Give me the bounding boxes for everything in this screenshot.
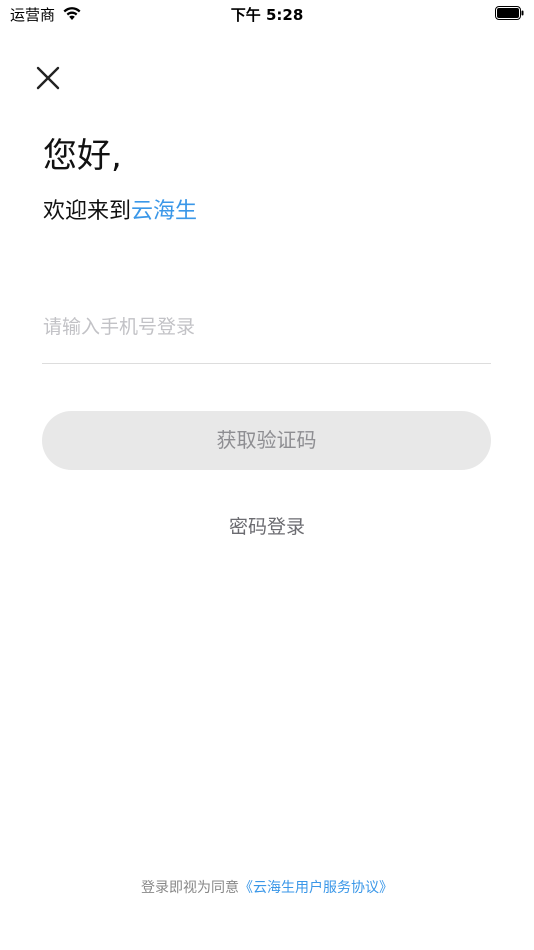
agreement-prefix: 登录即视为同意 — [141, 880, 239, 896]
phone-input-underline — [42, 363, 491, 364]
password-login-link[interactable]: 密码登录 — [0, 512, 534, 542]
app-name: 云海生 — [131, 199, 198, 224]
battery-icon — [495, 6, 524, 20]
clock: 下午 5:28 — [230, 6, 304, 24]
close-button[interactable] — [30, 60, 66, 96]
welcome-prefix: 欢迎来到 — [43, 199, 132, 224]
phone-input[interactable] — [43, 305, 491, 349]
greeting-title: 您好, — [43, 136, 122, 176]
status-bar: 运营商 下午 5:28 — [0, 0, 534, 30]
get-code-button[interactable]: 获取验证码 — [42, 411, 491, 470]
agreement-text: 登录即视为同意《云海生用户服务协议》 — [0, 877, 534, 899]
welcome-text: 欢迎来到云海生 — [43, 196, 197, 228]
close-icon — [36, 66, 60, 90]
agreement-link[interactable]: 《云海生用户服务协议》 — [239, 880, 393, 896]
